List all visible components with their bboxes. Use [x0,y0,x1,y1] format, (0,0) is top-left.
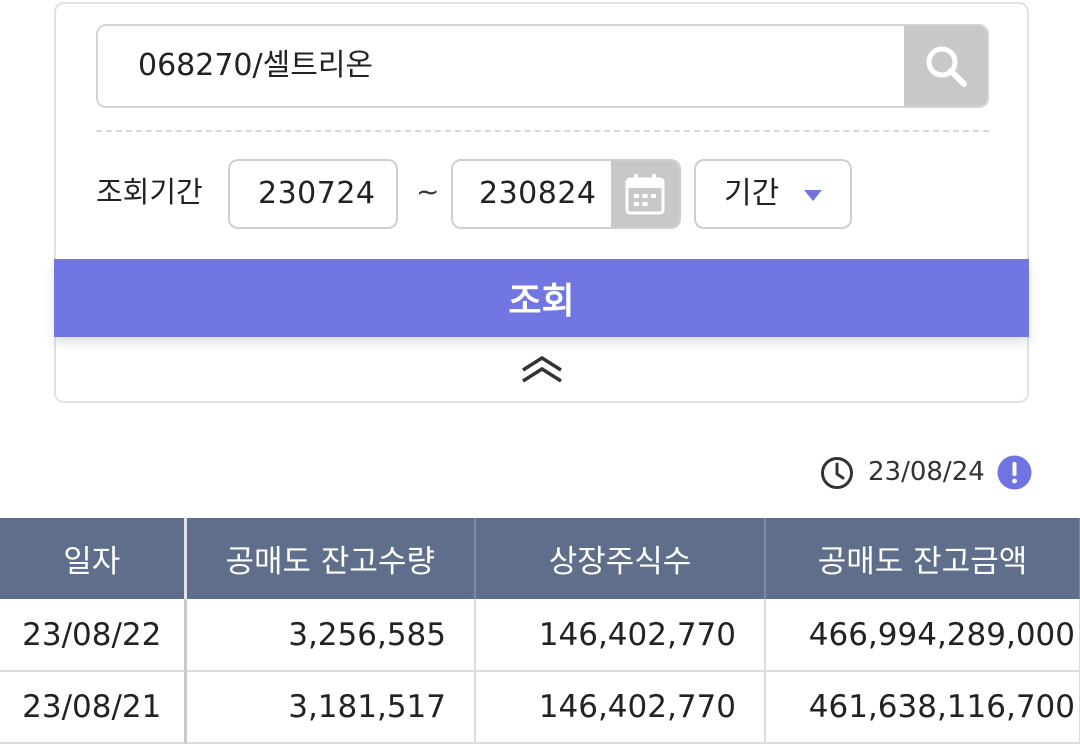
submit-button[interactable]: 조회 [54,259,1029,337]
start-date-value: 230724 [258,176,376,211]
column-header-short-balance-qty[interactable]: 공매도 잔고수량 [185,518,476,599]
period-select[interactable]: 기간 [694,159,852,229]
cell-date: 23/08/22 [0,599,187,672]
table-row: 23/08/21 3,181,517 146,402,770 461,638,1… [0,671,1080,744]
collapse-button[interactable] [519,354,565,386]
cell-date: 23/08/21 [0,671,187,744]
period-select-value: 기간 [724,176,780,211]
table-row: 23/08/22 3,256,585 146,402,770 466,994,2… [0,599,1080,672]
timestamp-text: 23/08/24 [868,457,985,487]
column-header-date[interactable]: 일자 [0,518,187,599]
cell-short-balance-amount: 466,994,289,000 [765,599,1080,672]
short-selling-table: 일자 공매도 잔고수량 상장주식수 공매도 잔고금액 23/08/22 3,25… [0,518,1080,744]
search-panel: 조회기간 230724 ~ 230824 기간 조회 [54,2,1029,403]
column-header-short-balance-amount[interactable]: 공매도 잔고금액 [765,518,1080,599]
table-header-row: 일자 공매도 잔고수량 상장주식수 공매도 잔고금액 [0,518,1080,599]
search-input[interactable] [98,26,906,106]
search-icon [926,46,967,87]
search-bar [96,24,989,108]
end-date-value: 230824 [479,176,597,211]
search-button[interactable] [904,26,987,106]
cell-short-balance-qty: 3,181,517 [185,671,476,744]
cell-listed-shares: 146,402,770 [475,599,766,672]
update-time: 23/08/24 [820,454,1040,490]
calendar-button[interactable] [611,161,679,227]
divider [96,130,989,132]
cell-short-balance-amount: 461,638,116,700 [765,671,1080,744]
date-range-separator: ~ [416,175,440,208]
caret-down-icon [804,190,822,201]
cell-short-balance-qty: 3,256,585 [185,599,476,672]
chevron-double-up-icon [522,355,562,383]
clock-icon [821,457,853,489]
end-date-field[interactable]: 230824 [451,159,681,229]
period-label: 조회기간 [96,175,203,209]
calendar-icon [625,174,665,215]
info-icon[interactable] [997,455,1032,490]
cell-listed-shares: 146,402,770 [475,671,766,744]
column-header-listed-shares[interactable]: 상장주식수 [475,518,766,599]
start-date-field[interactable]: 230724 [228,159,398,229]
